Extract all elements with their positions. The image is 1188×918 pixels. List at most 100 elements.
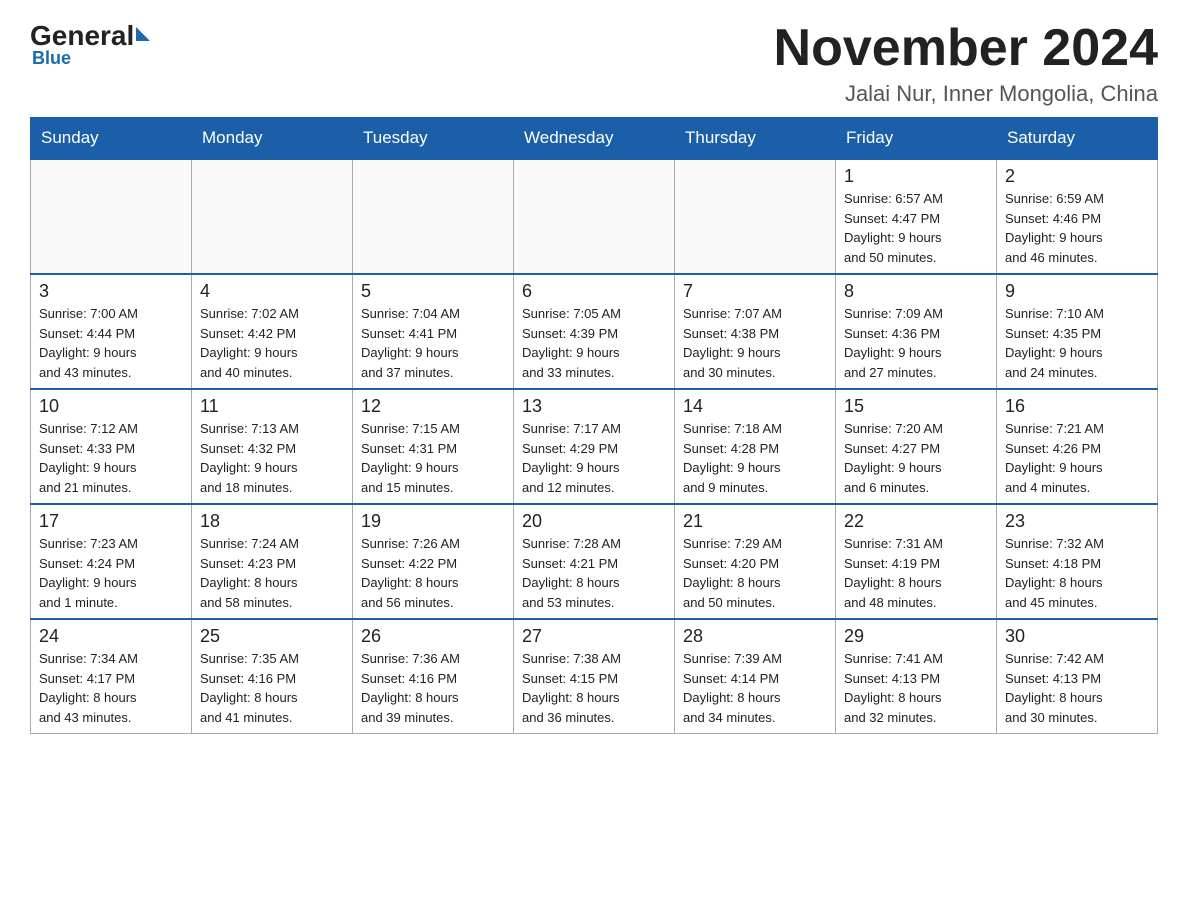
calendar-cell [31, 159, 192, 274]
calendar-cell: 24Sunrise: 7:34 AM Sunset: 4:17 PM Dayli… [31, 619, 192, 734]
day-info: Sunrise: 7:17 AM Sunset: 4:29 PM Dayligh… [522, 419, 666, 497]
calendar-cell: 5Sunrise: 7:04 AM Sunset: 4:41 PM Daylig… [353, 274, 514, 389]
col-header-thursday: Thursday [675, 118, 836, 160]
col-header-monday: Monday [192, 118, 353, 160]
day-number: 28 [683, 626, 827, 647]
day-info: Sunrise: 7:34 AM Sunset: 4:17 PM Dayligh… [39, 649, 183, 727]
day-info: Sunrise: 7:00 AM Sunset: 4:44 PM Dayligh… [39, 304, 183, 382]
page-header: General Blue November 2024 Jalai Nur, In… [30, 20, 1158, 107]
month-title: November 2024 [774, 20, 1158, 77]
calendar-cell: 3Sunrise: 7:00 AM Sunset: 4:44 PM Daylig… [31, 274, 192, 389]
day-info: Sunrise: 7:41 AM Sunset: 4:13 PM Dayligh… [844, 649, 988, 727]
calendar-cell: 6Sunrise: 7:05 AM Sunset: 4:39 PM Daylig… [514, 274, 675, 389]
week-row-3: 17Sunrise: 7:23 AM Sunset: 4:24 PM Dayli… [31, 504, 1158, 619]
calendar-cell: 26Sunrise: 7:36 AM Sunset: 4:16 PM Dayli… [353, 619, 514, 734]
calendar-cell: 1Sunrise: 6:57 AM Sunset: 4:47 PM Daylig… [836, 159, 997, 274]
calendar-cell: 8Sunrise: 7:09 AM Sunset: 4:36 PM Daylig… [836, 274, 997, 389]
day-number: 1 [844, 166, 988, 187]
logo-blue: Blue [32, 48, 71, 69]
day-info: Sunrise: 7:10 AM Sunset: 4:35 PM Dayligh… [1005, 304, 1149, 382]
day-info: Sunrise: 7:42 AM Sunset: 4:13 PM Dayligh… [1005, 649, 1149, 727]
calendar-cell: 4Sunrise: 7:02 AM Sunset: 4:42 PM Daylig… [192, 274, 353, 389]
col-header-wednesday: Wednesday [514, 118, 675, 160]
day-info: Sunrise: 7:32 AM Sunset: 4:18 PM Dayligh… [1005, 534, 1149, 612]
day-info: Sunrise: 7:24 AM Sunset: 4:23 PM Dayligh… [200, 534, 344, 612]
day-info: Sunrise: 7:07 AM Sunset: 4:38 PM Dayligh… [683, 304, 827, 382]
logo: General Blue [30, 20, 150, 69]
day-number: 4 [200, 281, 344, 302]
location: Jalai Nur, Inner Mongolia, China [774, 81, 1158, 107]
calendar-cell: 28Sunrise: 7:39 AM Sunset: 4:14 PM Dayli… [675, 619, 836, 734]
calendar-cell: 21Sunrise: 7:29 AM Sunset: 4:20 PM Dayli… [675, 504, 836, 619]
day-number: 2 [1005, 166, 1149, 187]
calendar-cell [192, 159, 353, 274]
calendar-cell: 2Sunrise: 6:59 AM Sunset: 4:46 PM Daylig… [997, 159, 1158, 274]
week-row-4: 24Sunrise: 7:34 AM Sunset: 4:17 PM Dayli… [31, 619, 1158, 734]
calendar-cell: 25Sunrise: 7:35 AM Sunset: 4:16 PM Dayli… [192, 619, 353, 734]
day-info: Sunrise: 7:29 AM Sunset: 4:20 PM Dayligh… [683, 534, 827, 612]
day-info: Sunrise: 7:18 AM Sunset: 4:28 PM Dayligh… [683, 419, 827, 497]
day-info: Sunrise: 7:39 AM Sunset: 4:14 PM Dayligh… [683, 649, 827, 727]
day-info: Sunrise: 7:15 AM Sunset: 4:31 PM Dayligh… [361, 419, 505, 497]
week-row-1: 3Sunrise: 7:00 AM Sunset: 4:44 PM Daylig… [31, 274, 1158, 389]
week-row-0: 1Sunrise: 6:57 AM Sunset: 4:47 PM Daylig… [31, 159, 1158, 274]
day-number: 29 [844, 626, 988, 647]
day-info: Sunrise: 7:04 AM Sunset: 4:41 PM Dayligh… [361, 304, 505, 382]
day-number: 7 [683, 281, 827, 302]
calendar-cell: 20Sunrise: 7:28 AM Sunset: 4:21 PM Dayli… [514, 504, 675, 619]
calendar-cell: 23Sunrise: 7:32 AM Sunset: 4:18 PM Dayli… [997, 504, 1158, 619]
title-area: November 2024 Jalai Nur, Inner Mongolia,… [774, 20, 1158, 107]
day-number: 23 [1005, 511, 1149, 532]
day-number: 27 [522, 626, 666, 647]
day-info: Sunrise: 7:23 AM Sunset: 4:24 PM Dayligh… [39, 534, 183, 612]
day-number: 21 [683, 511, 827, 532]
day-info: Sunrise: 7:12 AM Sunset: 4:33 PM Dayligh… [39, 419, 183, 497]
calendar-cell: 9Sunrise: 7:10 AM Sunset: 4:35 PM Daylig… [997, 274, 1158, 389]
day-number: 13 [522, 396, 666, 417]
day-info: Sunrise: 7:13 AM Sunset: 4:32 PM Dayligh… [200, 419, 344, 497]
calendar-cell [514, 159, 675, 274]
calendar-cell: 13Sunrise: 7:17 AM Sunset: 4:29 PM Dayli… [514, 389, 675, 504]
calendar-cell: 10Sunrise: 7:12 AM Sunset: 4:33 PM Dayli… [31, 389, 192, 504]
calendar-cell: 22Sunrise: 7:31 AM Sunset: 4:19 PM Dayli… [836, 504, 997, 619]
day-number: 18 [200, 511, 344, 532]
day-number: 20 [522, 511, 666, 532]
day-number: 9 [1005, 281, 1149, 302]
day-info: Sunrise: 7:35 AM Sunset: 4:16 PM Dayligh… [200, 649, 344, 727]
day-number: 15 [844, 396, 988, 417]
calendar-cell: 17Sunrise: 7:23 AM Sunset: 4:24 PM Dayli… [31, 504, 192, 619]
day-number: 17 [39, 511, 183, 532]
week-row-2: 10Sunrise: 7:12 AM Sunset: 4:33 PM Dayli… [31, 389, 1158, 504]
day-number: 11 [200, 396, 344, 417]
day-number: 3 [39, 281, 183, 302]
day-number: 25 [200, 626, 344, 647]
calendar-cell: 18Sunrise: 7:24 AM Sunset: 4:23 PM Dayli… [192, 504, 353, 619]
calendar-cell [353, 159, 514, 274]
day-info: Sunrise: 7:21 AM Sunset: 4:26 PM Dayligh… [1005, 419, 1149, 497]
day-number: 12 [361, 396, 505, 417]
col-header-saturday: Saturday [997, 118, 1158, 160]
day-info: Sunrise: 7:09 AM Sunset: 4:36 PM Dayligh… [844, 304, 988, 382]
day-info: Sunrise: 7:31 AM Sunset: 4:19 PM Dayligh… [844, 534, 988, 612]
col-header-sunday: Sunday [31, 118, 192, 160]
day-info: Sunrise: 6:57 AM Sunset: 4:47 PM Dayligh… [844, 189, 988, 267]
day-number: 14 [683, 396, 827, 417]
calendar-cell: 27Sunrise: 7:38 AM Sunset: 4:15 PM Dayli… [514, 619, 675, 734]
day-info: Sunrise: 7:38 AM Sunset: 4:15 PM Dayligh… [522, 649, 666, 727]
calendar-cell: 29Sunrise: 7:41 AM Sunset: 4:13 PM Dayli… [836, 619, 997, 734]
day-number: 22 [844, 511, 988, 532]
day-number: 24 [39, 626, 183, 647]
day-info: Sunrise: 7:20 AM Sunset: 4:27 PM Dayligh… [844, 419, 988, 497]
calendar-header-row: Sunday Monday Tuesday Wednesday Thursday… [31, 118, 1158, 160]
day-info: Sunrise: 7:28 AM Sunset: 4:21 PM Dayligh… [522, 534, 666, 612]
calendar-cell: 15Sunrise: 7:20 AM Sunset: 4:27 PM Dayli… [836, 389, 997, 504]
calendar-table: Sunday Monday Tuesday Wednesday Thursday… [30, 117, 1158, 734]
day-number: 16 [1005, 396, 1149, 417]
day-info: Sunrise: 7:26 AM Sunset: 4:22 PM Dayligh… [361, 534, 505, 612]
calendar-cell: 14Sunrise: 7:18 AM Sunset: 4:28 PM Dayli… [675, 389, 836, 504]
col-header-friday: Friday [836, 118, 997, 160]
day-info: Sunrise: 7:36 AM Sunset: 4:16 PM Dayligh… [361, 649, 505, 727]
calendar-cell: 30Sunrise: 7:42 AM Sunset: 4:13 PM Dayli… [997, 619, 1158, 734]
calendar-cell: 16Sunrise: 7:21 AM Sunset: 4:26 PM Dayli… [997, 389, 1158, 504]
day-number: 30 [1005, 626, 1149, 647]
